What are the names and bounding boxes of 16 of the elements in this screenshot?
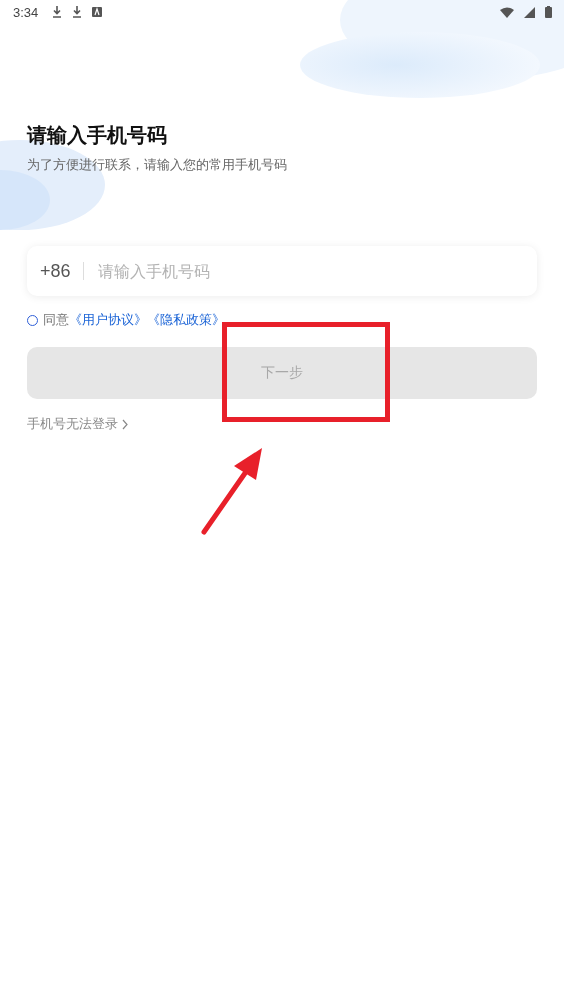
app-icon xyxy=(92,7,103,17)
page-subtitle: 为了方便进行联系，请输入您的常用手机号码 xyxy=(27,157,288,174)
status-time: 3:34 xyxy=(13,4,39,20)
country-code[interactable]: +86 xyxy=(40,260,71,282)
wifi-icon xyxy=(500,6,514,18)
download-icon xyxy=(52,6,63,18)
download-icon xyxy=(72,6,83,18)
signal-icon xyxy=(524,6,535,18)
page-title: 请输入手机号码 xyxy=(27,122,168,149)
help-link[interactable]: 手机号无法登录 xyxy=(27,415,118,433)
policy-link[interactable]: 《隐私政策》 xyxy=(147,312,225,329)
battery-icon xyxy=(545,6,552,18)
phone-input-field[interactable]: +86 请输入手机号码 xyxy=(27,246,537,296)
chevron-right-icon xyxy=(122,418,128,430)
agreement-label: 同意 xyxy=(43,312,69,329)
policy-link[interactable]: 《用户协议》 xyxy=(69,312,147,329)
